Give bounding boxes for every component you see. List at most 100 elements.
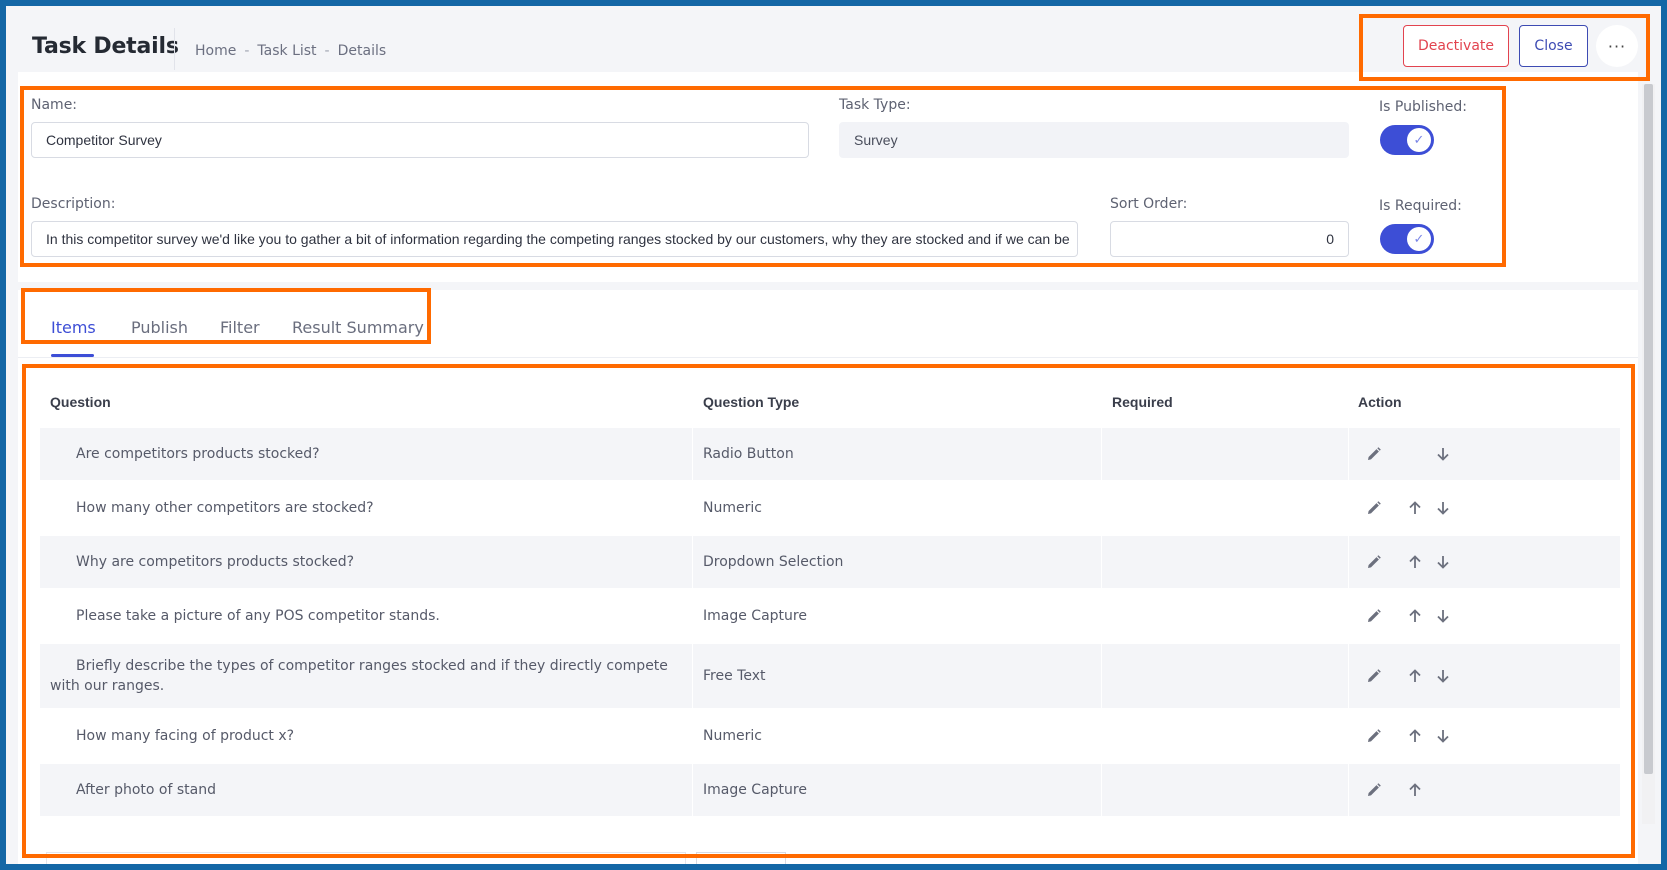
page-title: Task Details (32, 34, 179, 59)
is-required-label: Is Required: (1379, 198, 1462, 214)
required-cell (1102, 428, 1348, 480)
is-published-label: Is Published: (1379, 99, 1467, 115)
arrow-down-icon[interactable] (1433, 498, 1453, 518)
pencil-icon[interactable] (1364, 666, 1384, 686)
required-cell (1102, 536, 1348, 588)
questions-table: Question Question Type Required Action A… (28, 370, 1628, 820)
action-cell (1349, 644, 1620, 708)
table-row: How many facing of product x? Numeric (40, 710, 1620, 762)
description-input[interactable]: In this competitor survey we'd like you … (31, 221, 1078, 257)
question-type-cell: Numeric (703, 728, 762, 744)
active-tab-indicator (51, 354, 94, 357)
task-type-label: Task Type: (839, 97, 911, 113)
app-window: Task Details Home - Task List - Details … (6, 6, 1661, 864)
title-divider (174, 28, 175, 70)
pencil-icon[interactable] (1364, 606, 1384, 626)
question-cell: How many other competitors are stocked? (40, 482, 692, 534)
pencil-icon[interactable] (1364, 726, 1384, 746)
arrow-up-icon[interactable] (1405, 552, 1425, 572)
breadcrumb-separator: - (324, 43, 330, 59)
column-header-required[interactable]: Required (1112, 394, 1173, 410)
required-cell (1102, 590, 1348, 642)
tab-filter[interactable]: Filter (220, 318, 260, 337)
action-cell (1349, 536, 1620, 588)
question-text: How many facing of product x? (76, 728, 295, 744)
sort-order-input[interactable]: 0 (1110, 221, 1349, 257)
task-details-card: Name: Competitor Survey Task Type: Surve… (18, 72, 1638, 864)
breadcrumb-task-list[interactable]: Task List (257, 43, 316, 59)
required-cell (1102, 764, 1348, 816)
breadcrumb-separator: - (244, 43, 250, 59)
column-header-question[interactable]: Question (50, 394, 111, 410)
table-header: Question Question Type Required Action (40, 370, 1620, 428)
pencil-icon[interactable] (1364, 444, 1384, 464)
deactivate-button[interactable]: Deactivate (1403, 25, 1509, 67)
tab-bar: Items Publish Filter Result Summary (18, 282, 1638, 358)
task-type-field: Survey (839, 122, 1349, 158)
question-text: How many other competitors are stocked? (76, 500, 374, 516)
table-row: Please take a picture of any POS competi… (40, 590, 1620, 642)
required-cell (1102, 644, 1348, 708)
table-row: How many other competitors are stocked? … (40, 482, 1620, 534)
name-input[interactable]: Competitor Survey (31, 122, 809, 158)
tab-result-summary[interactable]: Result Summary (292, 318, 424, 337)
question-text: After photo of stand (76, 782, 216, 798)
pencil-icon[interactable] (1364, 552, 1384, 572)
required-cell (1102, 482, 1348, 534)
breadcrumb: Home - Task List - Details (195, 43, 386, 59)
question-cell: Why are competitors products stocked? (40, 536, 692, 588)
column-header-action: Action (1358, 394, 1402, 410)
table-row: Why are competitors products stocked? Dr… (40, 536, 1620, 588)
arrow-down-icon[interactable] (1433, 726, 1453, 746)
arrow-down-icon[interactable] (1433, 552, 1453, 572)
breadcrumb-home[interactable]: Home (195, 43, 236, 59)
more-dots-icon: ··· (1607, 36, 1627, 56)
arrow-up-icon[interactable] (1405, 726, 1425, 746)
is-published-toggle[interactable]: ✓ (1380, 125, 1434, 155)
check-icon: ✓ (1407, 227, 1431, 251)
question-type-cell: Image Capture (693, 764, 1101, 816)
is-required-toggle[interactable]: ✓ (1380, 224, 1434, 254)
question-selector-partial[interactable] (46, 852, 686, 864)
arrow-up-icon[interactable] (1405, 498, 1425, 518)
question-cell: How many facing of product x? (40, 710, 692, 762)
question-cell: After photo of stand (40, 764, 692, 816)
action-cell (1349, 428, 1620, 480)
pencil-icon[interactable] (1364, 498, 1384, 518)
arrow-up-icon[interactable] (1405, 780, 1425, 800)
arrow-down-icon[interactable] (1433, 666, 1453, 686)
question-text: Please take a picture of any POS competi… (76, 608, 440, 624)
required-cell (1102, 710, 1348, 762)
question-type-cell: Radio Button (693, 428, 1101, 480)
close-button[interactable]: Close (1519, 25, 1588, 67)
description-label: Description: (31, 196, 116, 212)
tab-publish[interactable]: Publish (131, 318, 188, 337)
question-type-cell: Dropdown Selection (693, 536, 1101, 588)
arrow-down-icon[interactable] (1433, 606, 1453, 626)
arrow-down-icon[interactable] (1433, 444, 1453, 464)
pencil-icon[interactable] (1364, 780, 1384, 800)
question-text: Briefly describe the types of competitor… (50, 658, 668, 694)
arrow-up-icon[interactable] (1405, 606, 1425, 626)
tab-items[interactable]: Items (51, 318, 96, 337)
question-text: Why are competitors products stocked? (76, 554, 355, 570)
add-question-button-partial[interactable] (696, 852, 786, 864)
action-cell (1349, 710, 1620, 762)
column-header-question-type[interactable]: Question Type (703, 394, 799, 410)
action-cell (1349, 590, 1620, 642)
question-cell: Briefly describe the types of competitor… (40, 644, 692, 708)
action-cell (1349, 482, 1620, 534)
table-row: Briefly describe the types of competitor… (40, 644, 1620, 708)
table-row: Are competitors products stocked? Radio … (40, 428, 1620, 480)
check-icon: ✓ (1407, 128, 1431, 152)
question-text: Are competitors products stocked? (76, 446, 320, 462)
question-cell: Are competitors products stocked? (40, 428, 692, 480)
breadcrumb-details: Details (337, 43, 387, 59)
scrollbar-thumb[interactable] (1644, 84, 1653, 774)
question-type-cell: Numeric (703, 500, 762, 516)
action-cell (1349, 764, 1620, 816)
more-options-button[interactable]: ··· (1596, 25, 1638, 67)
name-label: Name: (31, 97, 78, 113)
arrow-up-icon[interactable] (1405, 666, 1425, 686)
question-type-cell: Image Capture (703, 608, 807, 624)
